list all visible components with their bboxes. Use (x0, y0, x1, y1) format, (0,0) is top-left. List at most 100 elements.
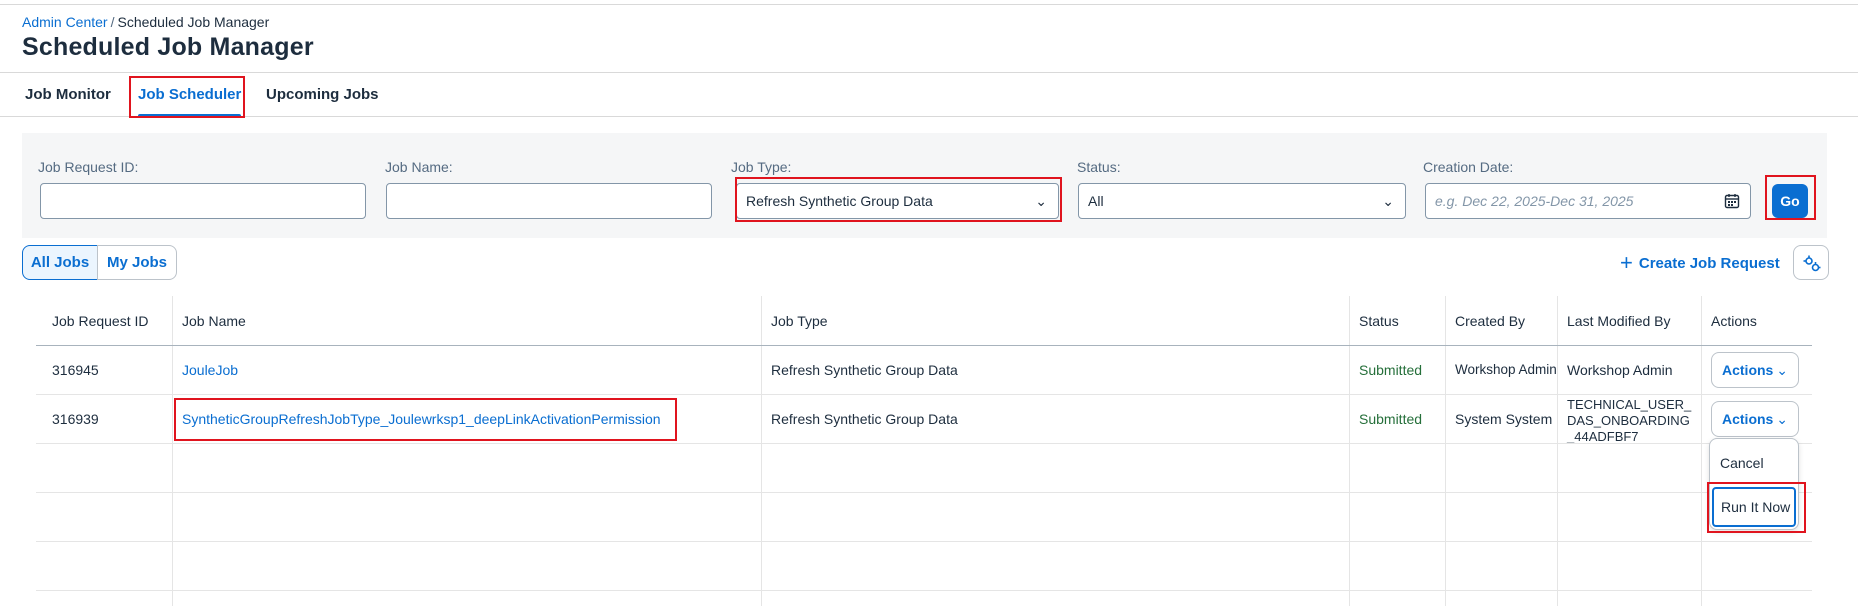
breadcrumb-separator: / (110, 14, 115, 30)
page-header: Admin Center / Scheduled Job Manager Sched… (0, 5, 1858, 73)
table-row[interactable]: 316945 JouleJob Refresh Synthetic Group … (36, 346, 1812, 395)
column-header-job-type[interactable]: Job Type (761, 296, 1349, 345)
job-name-link[interactable]: SyntheticGroupRefreshJobType_Joulewrksp1… (182, 411, 661, 427)
job-type-label: Job Type: (731, 159, 792, 175)
job-type-cell: Refresh Synthetic Group Data (761, 395, 1349, 443)
column-header-job-request-id[interactable]: Job Request ID (36, 296, 172, 345)
empty-cell (36, 444, 172, 492)
status-label: Status: (1077, 159, 1121, 175)
empty-cell (761, 542, 1349, 590)
actions-cell: Actions ⌄ (1701, 346, 1812, 394)
actions-dropdown-menu: Cancel Run It Now (1709, 438, 1799, 530)
create-job-request-label: Create Job Request (1638, 255, 1780, 272)
empty-cell (1557, 591, 1701, 606)
created-by-cell: System System (1445, 395, 1557, 443)
actions-button-label: Actions (1722, 411, 1774, 427)
go-button[interactable]: Go (1772, 184, 1808, 218)
job-name-label: Job Name: (385, 159, 453, 175)
calendar-icon[interactable] (1724, 193, 1740, 209)
chevron-down-icon: ⌄ (1382, 193, 1394, 209)
empty-cell (1445, 444, 1557, 492)
job-name-link[interactable]: JouleJob (182, 362, 238, 378)
plus-icon: + (1620, 250, 1633, 275)
empty-cell (1445, 591, 1557, 606)
chevron-down-icon: ⌄ (1776, 411, 1788, 427)
last-modified-by-cell: Workshop Admin (1557, 346, 1701, 394)
page-title: Scheduled Job Manager (22, 33, 314, 61)
status-text: Submitted (1359, 362, 1423, 378)
empty-cell (172, 444, 761, 492)
status-value: All (1088, 193, 1104, 209)
actions-button[interactable]: Actions ⌄ (1711, 352, 1799, 388)
created-by-cell: Workshop Admin (1445, 346, 1557, 394)
empty-table-row (36, 591, 1812, 606)
settings-button[interactable] (1793, 245, 1829, 280)
empty-cell (1445, 493, 1557, 541)
empty-cell (1701, 591, 1812, 606)
empty-cell (1557, 542, 1701, 590)
job-request-id-input[interactable] (40, 183, 366, 219)
empty-table-row (36, 493, 1812, 542)
job-type-cell: Refresh Synthetic Group Data (761, 346, 1349, 394)
actions-button-label: Actions (1722, 362, 1774, 378)
empty-cell (1557, 493, 1701, 541)
empty-cell (36, 542, 172, 590)
empty-cell (36, 591, 172, 606)
job-type-value: Refresh Synthetic Group Data (746, 193, 933, 209)
job-name-cell: JouleJob (172, 346, 761, 394)
menu-item-cancel[interactable]: Cancel (1710, 443, 1798, 483)
empty-cell (1701, 542, 1812, 590)
actions-cell: Actions ⌄ (1701, 395, 1812, 443)
tab-job-monitor[interactable]: Job Monitor (25, 74, 111, 117)
create-job-request-button[interactable]: + Create Job Request (1620, 248, 1780, 278)
status-cell: Submitted (1349, 395, 1445, 443)
settings-icon (1803, 255, 1821, 272)
job-type-select[interactable]: Refresh Synthetic Group Data ⌄ (736, 183, 1059, 219)
job-request-id-cell: 316939 (52, 411, 99, 427)
column-header-actions: Actions (1701, 296, 1812, 345)
chevron-down-icon: ⌄ (1035, 193, 1047, 209)
empty-cell (761, 444, 1349, 492)
column-header-job-name[interactable]: Job Name (172, 296, 761, 345)
empty-cell (1349, 542, 1445, 590)
status-cell: Submitted (1349, 346, 1445, 394)
empty-cell (1349, 444, 1445, 492)
breadcrumb-current: Scheduled Job Manager (117, 14, 270, 30)
job-name-cell: SyntheticGroupRefreshJobType_Joulewrksp1… (172, 395, 761, 443)
status-select[interactable]: All ⌄ (1078, 183, 1406, 219)
tab-job-scheduler[interactable]: Job Scheduler (132, 74, 247, 117)
empty-table-row (36, 444, 1812, 493)
job-request-id-label: Job Request ID: (38, 159, 139, 175)
table-row[interactable]: 316939 SyntheticGroupRefreshJobType_Joul… (36, 395, 1812, 444)
job-name-input[interactable] (386, 183, 712, 219)
breadcrumb: Admin Center / Scheduled Job Manager (22, 14, 269, 30)
column-header-last-modified-by[interactable]: Last Modified By (1557, 296, 1701, 345)
creation-date-label: Creation Date: (1423, 159, 1514, 175)
tab-upcoming-jobs[interactable]: Upcoming Jobs (266, 74, 379, 117)
empty-cell (1445, 542, 1557, 590)
empty-table-row (36, 542, 1812, 591)
creation-date-placeholder: e.g. Dec 22, 2025-Dec 31, 2025 (1435, 193, 1634, 209)
menu-item-run-it-now[interactable]: Run It Now (1712, 487, 1796, 527)
empty-cell (1349, 591, 1445, 606)
last-modified-by-cell: TECHNICAL_USER_ DAS_ONBOARDING _44ADFBF7 (1557, 395, 1701, 443)
filter-bar: Job Request ID: Job Name: Job Type: Refr… (22, 133, 1827, 238)
my-jobs-toggle[interactable]: My Jobs (97, 245, 177, 280)
empty-cell (1349, 493, 1445, 541)
job-request-id-cell: 316945 (52, 362, 99, 378)
status-text: Submitted (1359, 411, 1423, 427)
breadcrumb-admin-center-link[interactable]: Admin Center (22, 14, 108, 30)
empty-cell (1557, 444, 1701, 492)
empty-cell (172, 591, 761, 606)
all-jobs-toggle[interactable]: All Jobs (22, 245, 98, 280)
chevron-down-icon: ⌄ (1776, 362, 1788, 378)
tab-bar: Job Monitor Job Scheduler Upcoming Jobs (0, 74, 1858, 117)
empty-cell (172, 542, 761, 590)
empty-cell (36, 493, 172, 541)
creation-date-input[interactable]: e.g. Dec 22, 2025-Dec 31, 2025 (1425, 183, 1751, 219)
empty-cell (172, 493, 761, 541)
actions-button[interactable]: Actions ⌄ (1711, 401, 1799, 437)
empty-cell (761, 591, 1349, 606)
column-header-created-by[interactable]: Created By (1445, 296, 1557, 345)
column-header-status[interactable]: Status (1349, 296, 1445, 345)
